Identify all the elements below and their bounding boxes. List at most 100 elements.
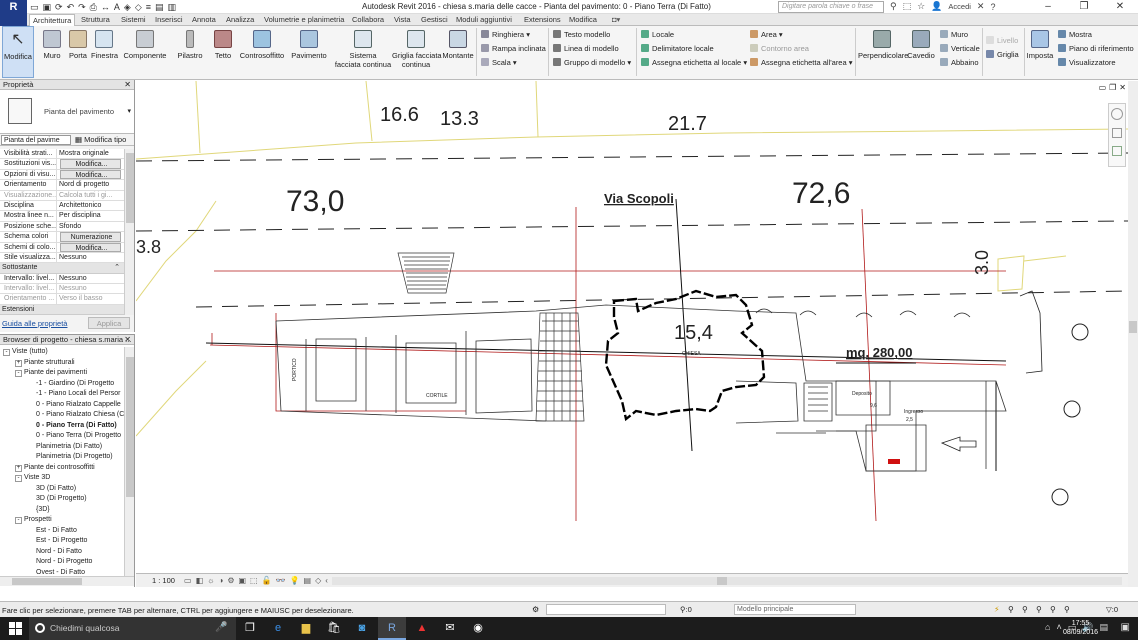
edit-type-button[interactable]: ▦ Modifica tipo (75, 135, 126, 144)
help-icon[interactable]: ? (990, 2, 995, 12)
tab-annota[interactable]: Annota (192, 15, 216, 24)
curtain-grid-button[interactable]: Griglia facciata continua (392, 26, 442, 78)
scale-selector[interactable]: 1 : 100 (152, 576, 175, 585)
instance-filter-select[interactable]: Pianta del pavime (1, 135, 71, 145)
notifications-icon[interactable]: ▣ (1121, 622, 1130, 633)
undo-icon[interactable]: ↶ (67, 2, 75, 13)
ceiling-button[interactable]: Controsoffitto (238, 26, 286, 78)
level-button[interactable]: Livello (986, 36, 1018, 45)
property-row[interactable]: Intervallo: livel... Nessuno (0, 273, 124, 285)
ribbon-toggle-icon[interactable]: ◘▾ (612, 15, 620, 24)
open-icon[interactable]: ▭ (30, 2, 39, 13)
windows-app-icon[interactable]: ◙ (348, 617, 376, 640)
modify-button[interactable]: ↖ Modifica (2, 26, 34, 78)
star-icon[interactable]: ☆ (917, 1, 925, 12)
tab-analizza[interactable]: Analizza (226, 15, 254, 24)
save-icon[interactable]: ▣ (43, 2, 52, 13)
sun-path-icon[interactable]: ☼ (207, 576, 214, 585)
task-view-icon[interactable]: ❐ (236, 617, 264, 640)
property-row[interactable]: Schema colori Numerazione (0, 232, 124, 243)
property-edit-button[interactable]: Modifica... (60, 242, 121, 252)
grid-button[interactable]: Griglia (986, 50, 1019, 59)
tag-area-button[interactable]: Assegna etichetta all'area ▾ (750, 58, 853, 67)
dormer-button[interactable]: Abbaino (940, 58, 979, 67)
property-edit-button[interactable]: Modifica... (60, 159, 121, 169)
zoom-icon[interactable] (1112, 128, 1122, 138)
collapse-icon[interactable]: - (15, 370, 22, 377)
browser-tree-item[interactable]: 0 - Piano Terra (Di Progetto (0, 431, 124, 442)
browser-tree-item[interactable]: -1 - Giardino (Di Progetto (0, 379, 124, 390)
apply-button[interactable]: Applica (88, 317, 130, 329)
canvas-hscrollbar[interactable] (332, 577, 1122, 585)
opening-wall-button[interactable]: Muro (940, 30, 968, 39)
model-group-button[interactable]: Gruppo di modello ▾ (553, 58, 631, 67)
browser-tree-item[interactable]: 0 - Piano Terra (Di Fatto) (0, 421, 124, 432)
curtain-system-button[interactable]: Sistema facciata continua (334, 26, 392, 78)
redo-icon[interactable]: ↷ (78, 2, 86, 13)
select-underlay-icon[interactable]: ⚲ (1022, 605, 1028, 614)
render-icon[interactable]: ⚙ (227, 576, 234, 585)
select-by-face-icon[interactable]: ⚲ (1050, 605, 1056, 614)
property-row[interactable]: Orientamento Nord di progetto (0, 180, 124, 191)
window-button[interactable]: Finestra (91, 26, 118, 78)
property-row[interactable]: Disciplina Architettonico (0, 200, 124, 212)
file-explorer-icon[interactable]: ▆ (292, 617, 320, 640)
edge-icon[interactable]: e (264, 617, 292, 640)
component-button[interactable]: Componente (123, 26, 167, 78)
stair-button[interactable]: Scala ▾ (481, 58, 517, 67)
tab-extensions[interactable]: Extensions (524, 15, 561, 24)
property-row[interactable]: Sostituzioni vis... Modifica... (0, 159, 124, 170)
selection-marker[interactable] (888, 459, 900, 464)
browser-tree-item[interactable]: - Piante dei pavimenti (0, 368, 124, 379)
collapse-icon[interactable]: ⌃ (114, 263, 120, 273)
close-icon[interactable]: ✕ (124, 80, 131, 90)
browser-tree-item[interactable]: + Piante dei controsoffitti (0, 463, 124, 474)
property-row[interactable]: Visibilità strati... Mostra originale (0, 149, 124, 160)
property-edit-button[interactable]: Modifica... (60, 169, 121, 180)
minimize-icon[interactable]: – (1030, 0, 1066, 14)
scroll-left-icon[interactable]: ‹ (325, 576, 328, 585)
model-text-button[interactable]: Testo modello (553, 30, 610, 39)
print-icon[interactable]: ⎙ (90, 2, 97, 13)
property-row[interactable]: Intervallo: livel... Nessuno (0, 284, 124, 295)
set-workplane-button[interactable]: Imposta (1026, 26, 1054, 78)
restore-view-icon[interactable]: ❐ (1109, 83, 1116, 92)
sync-icon[interactable]: ⟳ (55, 2, 63, 13)
revit-taskbar-icon[interactable]: R (378, 617, 406, 640)
restore-icon[interactable]: ❐ (1066, 0, 1102, 14)
minimize-view-icon[interactable]: ▭ (1099, 83, 1107, 92)
store-icon[interactable]: 🛍 (320, 617, 348, 640)
browser-tree-item[interactable]: Ovest - Di Fatto (0, 568, 124, 577)
switch-windows-icon[interactable]: ▥ (168, 2, 177, 13)
browser-tree-item[interactable]: - Viste (tutto) (0, 347, 124, 358)
people-icon[interactable]: ⌂ (1045, 622, 1050, 633)
properties-scrollbar[interactable] (124, 149, 134, 315)
shaft-by-face-button[interactable]: Perpendicolare (858, 26, 908, 78)
show-workplane-button[interactable]: Mostra (1058, 30, 1092, 39)
property-row[interactable]: Opzioni di visu... Modifica... (0, 169, 124, 181)
reveal-hidden-icon[interactable]: 💡 (290, 576, 300, 585)
close-icon[interactable]: ✕ (1102, 0, 1138, 14)
properties-help-link[interactable]: Guida alle proprietà (2, 319, 67, 328)
subscription-icon[interactable]: ⬚ (903, 1, 912, 12)
tab-struttura[interactable]: Struttura (81, 15, 110, 24)
expand-icon[interactable]: + (15, 359, 22, 367)
tab-sistemi[interactable]: Sistemi (121, 15, 146, 24)
close-icon[interactable]: ✕ (124, 335, 131, 345)
detail-level-icon[interactable]: ▭ (184, 576, 192, 585)
tab-architettura[interactable]: Architettura (29, 14, 76, 26)
close-hidden-icon[interactable]: ▤ (155, 2, 164, 13)
user-icon[interactable]: 👤 (931, 1, 942, 12)
drag-elements-icon[interactable]: ⚲ (1064, 605, 1070, 614)
area-button[interactable]: Area ▾ (750, 30, 783, 39)
navigation-bar[interactable] (1108, 103, 1126, 167)
cortana-search[interactable]: Chiedimi qualcosa 🎤 (29, 617, 236, 640)
browser-tree-item[interactable]: Est - Di Fatto (0, 526, 124, 537)
browser-tree-item[interactable]: Planimetria (Di Progetto) (0, 452, 124, 463)
language-icon[interactable]: ▤ (1099, 622, 1108, 633)
tab-collabora[interactable]: Collabora (352, 15, 384, 24)
browser-tree-item[interactable]: 3D (Di Progetto) (0, 494, 124, 505)
worksets-icon[interactable]: ⚙ (532, 605, 539, 614)
collapse-icon[interactable]: - (15, 475, 22, 482)
property-group-header[interactable]: Sottostante ⌃ (0, 263, 124, 274)
